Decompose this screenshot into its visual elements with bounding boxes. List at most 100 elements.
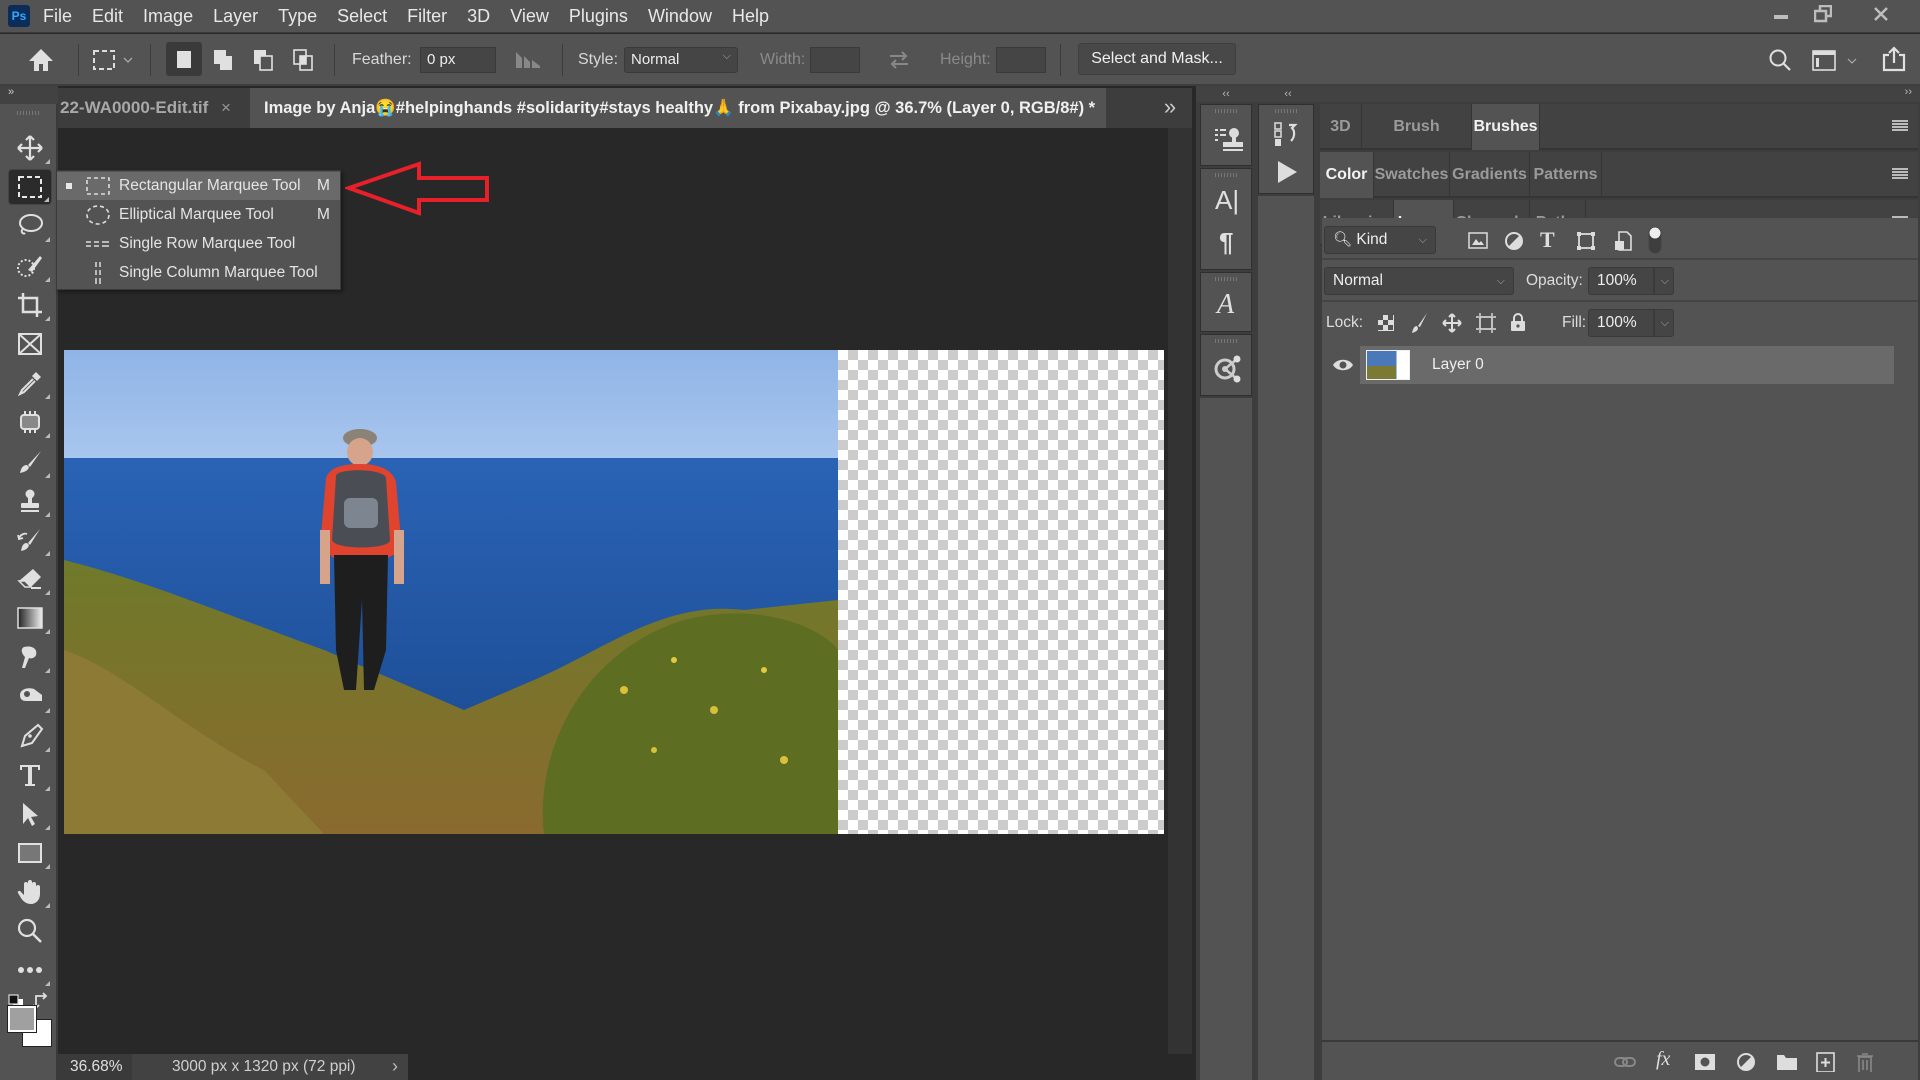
fill-slider-toggle[interactable]: ⌵ xyxy=(1654,309,1674,337)
filter-kind-select[interactable]: 🔍︎ Kind ⌵ xyxy=(1324,226,1436,254)
tool-hand[interactable] xyxy=(8,874,52,910)
layer-style-fx-icon[interactable]: fx xyxy=(1656,1048,1670,1071)
menu-file[interactable]: File xyxy=(43,6,72,27)
intersect-selection-button[interactable] xyxy=(288,42,320,76)
opacity-slider-toggle[interactable]: ⌵ xyxy=(1654,267,1674,295)
status-menu-arrow[interactable]: › xyxy=(392,1056,398,1077)
close-window-button[interactable] xyxy=(1856,0,1906,27)
style-select[interactable]: Normal ⌵ xyxy=(624,47,738,73)
tool-quick-selection[interactable] xyxy=(8,248,52,284)
menu-plugins[interactable]: Plugins xyxy=(569,6,628,27)
menu-image[interactable]: Image xyxy=(143,6,193,27)
opacity-input[interactable]: 100% xyxy=(1588,267,1654,295)
clone-source-icon[interactable] xyxy=(1213,125,1243,155)
glyphs-icon[interactable]: A xyxy=(1217,289,1234,321)
tab-gradients[interactable]: Gradients xyxy=(1450,152,1530,198)
tool-clone-stamp[interactable] xyxy=(8,483,52,519)
tool-preset-picker[interactable] xyxy=(92,49,136,71)
tab-swatches[interactable]: Swatches xyxy=(1374,152,1450,198)
adjustment-layer-filter-icon[interactable] xyxy=(1504,231,1524,251)
anti-alias-toggle[interactable] xyxy=(514,50,542,70)
smart-object-filter-icon[interactable] xyxy=(1614,231,1632,251)
layer-name[interactable]: Layer 0 xyxy=(1432,356,1484,374)
new-layer-icon[interactable] xyxy=(1816,1052,1838,1072)
document-image[interactable] xyxy=(64,350,1164,834)
tool-gradient[interactable] xyxy=(8,600,52,636)
search-button[interactable] xyxy=(1768,48,1792,72)
add-to-selection-button[interactable] xyxy=(208,42,240,76)
tab-patterns[interactable]: Patterns xyxy=(1530,152,1602,198)
subtract-from-selection-button[interactable] xyxy=(248,42,280,76)
tool-type[interactable] xyxy=(8,757,52,793)
content-credentials-icon[interactable] xyxy=(1213,353,1243,385)
vertical-scrollbar[interactable] xyxy=(1168,128,1192,1054)
menu-3d[interactable]: 3D xyxy=(467,6,490,27)
shape-layer-filter-icon[interactable] xyxy=(1576,231,1596,251)
new-group-folder-icon[interactable] xyxy=(1776,1052,1798,1072)
menu-layer[interactable]: Layer xyxy=(213,6,258,27)
tool-brush[interactable] xyxy=(8,444,52,480)
lock-position-icon[interactable] xyxy=(1442,313,1462,333)
tab-color[interactable]: Color xyxy=(1320,152,1374,198)
tool-content-aware[interactable] xyxy=(8,404,52,440)
history-icon[interactable] xyxy=(1273,121,1301,149)
tool-path-selection[interactable] xyxy=(8,796,52,832)
expand-toolbar-icon[interactable]: » xyxy=(0,86,58,104)
lock-artboard-icon[interactable] xyxy=(1476,313,1496,333)
height-input[interactable] xyxy=(996,47,1046,73)
character-icon[interactable]: A| xyxy=(1215,185,1239,216)
close-tab-icon[interactable]: × xyxy=(221,98,231,117)
flyout-item-single-column-marquee[interactable]: Single Column Marquee Tool xyxy=(57,259,340,287)
actions-play-icon[interactable] xyxy=(1275,159,1299,185)
visibility-eye-icon[interactable] xyxy=(1332,357,1354,373)
menu-edit[interactable]: Edit xyxy=(92,6,123,27)
feather-input[interactable]: 0 px xyxy=(420,47,496,73)
tool-eraser[interactable] xyxy=(8,561,52,597)
share-button[interactable] xyxy=(1882,46,1906,72)
select-and-mask-button[interactable]: Select and Mask... xyxy=(1078,43,1236,75)
tab-document-1[interactable]: 22-WA0000-Edit.tif × xyxy=(60,88,250,128)
lock-transparent-pixels-icon[interactable] xyxy=(1378,315,1394,331)
tool-zoom[interactable] xyxy=(8,913,52,949)
layer-row[interactable]: Layer 0 xyxy=(1322,346,1894,384)
panel-menu-icon[interactable] xyxy=(1892,168,1908,180)
type-layer-filter-icon[interactable]: T xyxy=(1540,227,1555,253)
foreground-color-swatch[interactable] xyxy=(7,1005,37,1033)
tab-document-2-active[interactable]: Image by Anja😭#helpinghands #solidarity#… xyxy=(250,88,1106,128)
tool-eyedropper[interactable] xyxy=(8,365,52,401)
add-mask-icon[interactable] xyxy=(1694,1052,1716,1072)
tool-dodge[interactable] xyxy=(8,679,52,715)
tool-pen[interactable] xyxy=(8,718,52,754)
delete-layer-trash-icon[interactable] xyxy=(1856,1052,1878,1072)
menu-window[interactable]: Window xyxy=(648,6,712,27)
menu-type[interactable]: Type xyxy=(278,6,317,27)
new-selection-button[interactable] xyxy=(166,42,202,76)
fill-input[interactable]: 100% xyxy=(1588,309,1654,337)
tab-brushes[interactable]: Brushes xyxy=(1472,104,1540,150)
width-input[interactable] xyxy=(810,47,860,73)
collapse-dock-icon[interactable]: ‹‹ xyxy=(1256,86,1320,102)
flyout-item-elliptical-marquee[interactable]: Elliptical Marquee Tool M xyxy=(57,201,340,229)
workspace-button[interactable] xyxy=(1812,50,1858,72)
menu-filter[interactable]: Filter xyxy=(407,6,447,27)
menu-view[interactable]: View xyxy=(510,6,549,27)
zoom-level[interactable]: 36.68% xyxy=(70,1058,123,1076)
blend-mode-select[interactable]: Normal ⌵ xyxy=(1324,267,1514,295)
lock-image-pixels-icon[interactable] xyxy=(1410,312,1428,334)
new-adjustment-layer-icon[interactable] xyxy=(1736,1052,1758,1072)
tool-crop[interactable] xyxy=(8,287,52,323)
tool-smudge[interactable] xyxy=(8,639,52,675)
tool-lasso[interactable] xyxy=(8,208,52,244)
flyout-item-rectangular-marquee[interactable]: Rectangular Marquee Tool M xyxy=(57,172,340,200)
tool-rectangular-marquee[interactable] xyxy=(8,169,52,205)
tool-frame[interactable] xyxy=(8,326,52,362)
tab-brush-settings[interactable]: Brush Settings xyxy=(1362,104,1472,181)
flyout-item-single-row-marquee[interactable]: Single Row Marquee Tool xyxy=(57,230,340,258)
home-button[interactable] xyxy=(28,48,54,72)
link-layers-icon[interactable] xyxy=(1614,1052,1636,1072)
filter-toggle-switch[interactable] xyxy=(1648,226,1662,254)
pixel-layer-filter-icon[interactable] xyxy=(1468,232,1488,250)
tool-history-brush[interactable] xyxy=(8,522,52,558)
menu-select[interactable]: Select xyxy=(337,6,387,27)
lock-all-icon[interactable] xyxy=(1510,312,1526,332)
